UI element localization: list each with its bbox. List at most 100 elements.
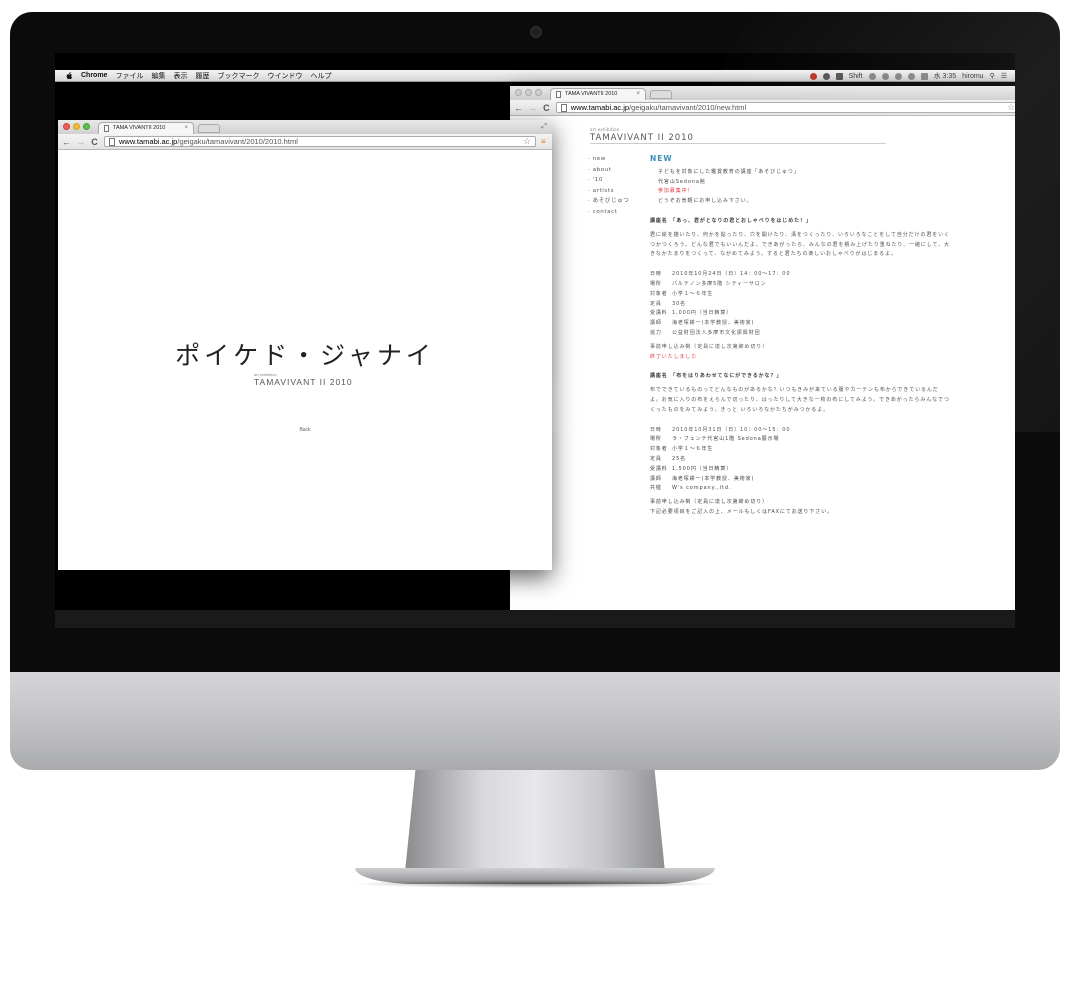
tab-tama-vivant[interactable]: TAMA VIVANTII 2010 × [550, 88, 646, 100]
menu-help[interactable]: ヘルプ [310, 71, 331, 81]
detail-row: 対象者 小学１〜６年生 [650, 290, 950, 300]
site-logo[interactable]: art exhibition TAMAVIVANT II 2010 [590, 127, 694, 143]
user-name[interactable]: hiromu [962, 73, 983, 80]
status-app-icon[interactable] [809, 72, 817, 80]
detail-row: 日時 2010年10月24日（日）14：00〜17：00 [650, 270, 950, 280]
camera-icon [530, 26, 542, 38]
main-content: NEW 子どもを対象にした鑑賞教育の講座「あそびじゅつ」 代官山Sedona館 … [650, 154, 950, 518]
shift-indicator[interactable]: Shift [849, 73, 863, 80]
browser-toolbar: ← → C www.tamabi.ac.jp/geigaku/tamavivan… [58, 134, 552, 150]
url-path: /geigaku/tamavivant/2010/new.html [629, 103, 747, 112]
address-bar[interactable]: www.tamabi.ac.jp/geigaku/tamavivant/2010… [555, 102, 1015, 113]
detail-value: 30名 [672, 300, 687, 307]
zoom-icon[interactable] [83, 123, 90, 130]
nav-item-asobijutsu[interactable]: · あそびじゅつ [588, 196, 629, 207]
tab-title: TAMA VIVANTII 2010 [113, 125, 166, 131]
status-tool-icon[interactable] [835, 72, 843, 80]
address-bar[interactable]: www.tamabi.ac.jp/geigaku/tamavivant/2010… [104, 136, 536, 147]
time-machine-icon[interactable] [868, 72, 876, 80]
detail-label: 日時 [650, 271, 662, 278]
nav-item-new[interactable]: · new [588, 154, 629, 165]
back-arrow-icon[interactable]: ← [514, 103, 523, 113]
zoom-icon[interactable] [535, 89, 542, 96]
input-method-icon[interactable] [920, 72, 928, 80]
detail-row: 共催 W's company.,ltd. [650, 484, 950, 494]
menu-view[interactable]: 表示 [173, 71, 187, 81]
window-controls [63, 123, 90, 130]
minimize-icon[interactable] [525, 89, 532, 96]
imac-mockup: Chrome ファイル 編集 表示 履歴 ブックマーク ウインドウ ヘルプ Sh… [0, 0, 1070, 990]
site-logo: art exhibition TAMAVIVANT II 2010 [254, 372, 353, 387]
clock[interactable]: 水 3:35 [934, 71, 957, 81]
menu-file[interactable]: ファイル [115, 71, 143, 81]
detail-row: 場所 ラ・フェンテ代官山1階 Sedona展示場 [650, 435, 950, 445]
reload-icon[interactable]: C [90, 137, 99, 147]
detail-label: 定員 [650, 300, 662, 307]
detail-value: 1,500円（当日精算） [672, 465, 733, 472]
menu-edit[interactable]: 編集 [151, 71, 165, 81]
nav-item-contact[interactable]: · contact [588, 207, 629, 218]
volume-icon[interactable] [907, 72, 915, 80]
detail-value: パルテノン多摩5階 シティーサロン [672, 280, 767, 287]
bookmark-star-icon[interactable]: ☆ [523, 137, 531, 146]
nav-item-10[interactable]: · '10 [588, 175, 629, 186]
notification-list-icon[interactable]: ☰ [1001, 72, 1007, 80]
detail-label: 受講料 [650, 465, 668, 472]
course-title: 講座名 「あっ、君がとなりの君とおしゃべりをはじめた！」 [650, 217, 812, 224]
imac-chin [10, 672, 1060, 770]
detail-value: 25名 [672, 455, 687, 462]
detail-row: 場所 パルテノン多摩5階 シティーサロン [650, 280, 950, 290]
close-icon[interactable] [515, 89, 522, 96]
tab-tama-vivant[interactable]: TAMA VIVANTII 2010 × [98, 122, 194, 134]
intro-line: 代官山Sedona館 [658, 178, 706, 185]
minimize-icon[interactable] [73, 123, 80, 130]
detail-label: 受講料 [650, 310, 668, 317]
forward-arrow-icon[interactable]: → [76, 137, 85, 147]
course-description: 君に絵を描いたり、何かを貼ったり、穴を開けたり、溝をつくったり、いろいろなことを… [650, 231, 950, 258]
detail-value: 海老塚耕一(本学教授、美術家) [672, 475, 755, 482]
detail-label: 協力 [650, 329, 662, 336]
registration-note: 下記必要項目をご記入の上、メールもしくはFAXにてお送り下さい。 [650, 508, 833, 515]
menu-app-chrome[interactable]: Chrome [81, 72, 107, 79]
detail-label: 場所 [650, 280, 662, 287]
closed-notice: 終了いたしました [650, 353, 698, 360]
reload-icon[interactable]: C [542, 103, 551, 113]
new-tab-button[interactable] [650, 90, 672, 99]
menu-history[interactable]: 履歴 [195, 71, 209, 81]
bluetooth-icon[interactable] [881, 72, 889, 80]
nav-item-about[interactable]: · about [588, 165, 629, 176]
fullscreen-icon[interactable]: ⤢ [541, 123, 547, 131]
status-sync-icon[interactable] [822, 72, 830, 80]
intro-line: 子どもを対象にした鑑賞教育の講座「あそびじゅつ」 [658, 168, 800, 175]
stand-shadow [350, 880, 720, 888]
new-tab-button[interactable] [198, 124, 220, 133]
page-new: art exhibition TAMAVIVANT II 2010 · new … [510, 116, 1015, 628]
detail-row: 講師 海老塚耕一(本学教授、美術家) [650, 319, 950, 329]
logo-title: TAMAVIVANT II 2010 [254, 377, 353, 387]
back-arrow-icon[interactable]: ← [62, 137, 71, 147]
menu-window[interactable]: ウインドウ [267, 71, 302, 81]
detail-row: 対象者 小学１〜６年生 [650, 445, 950, 455]
apple-icon[interactable] [65, 71, 73, 80]
url-host: www.tamabi.ac.jp [570, 103, 630, 112]
page-title: ポイケド・ジャナイ [175, 341, 435, 370]
nav-item-artists[interactable]: · artists [588, 186, 629, 197]
intro-line: どうぞお気軽にお申し込み下さい。 [658, 198, 753, 205]
forward-arrow-icon[interactable]: → [528, 103, 537, 113]
wifi-icon[interactable] [894, 72, 902, 80]
menu-bookmarks[interactable]: ブックマーク [217, 71, 259, 81]
header-divider [590, 143, 886, 144]
detail-label: 講師 [650, 475, 662, 482]
window-controls [515, 89, 542, 96]
page-icon [556, 91, 561, 98]
chrome-menu-icon[interactable]: ≡ [541, 137, 546, 146]
logo-subtitle: art exhibition [590, 127, 620, 132]
close-icon[interactable] [63, 123, 70, 130]
detail-row: 協力 公益財団法人多摩市文化振興財団 [650, 329, 950, 339]
bookmark-star-icon[interactable]: ☆ [1007, 103, 1015, 112]
section-heading-new: NEW [650, 154, 673, 163]
tab-close-icon[interactable]: × [636, 91, 640, 97]
tab-close-icon[interactable]: × [184, 125, 188, 131]
spotlight-icon[interactable]: ⚲ [990, 72, 995, 80]
back-link[interactable]: Back [58, 427, 552, 433]
